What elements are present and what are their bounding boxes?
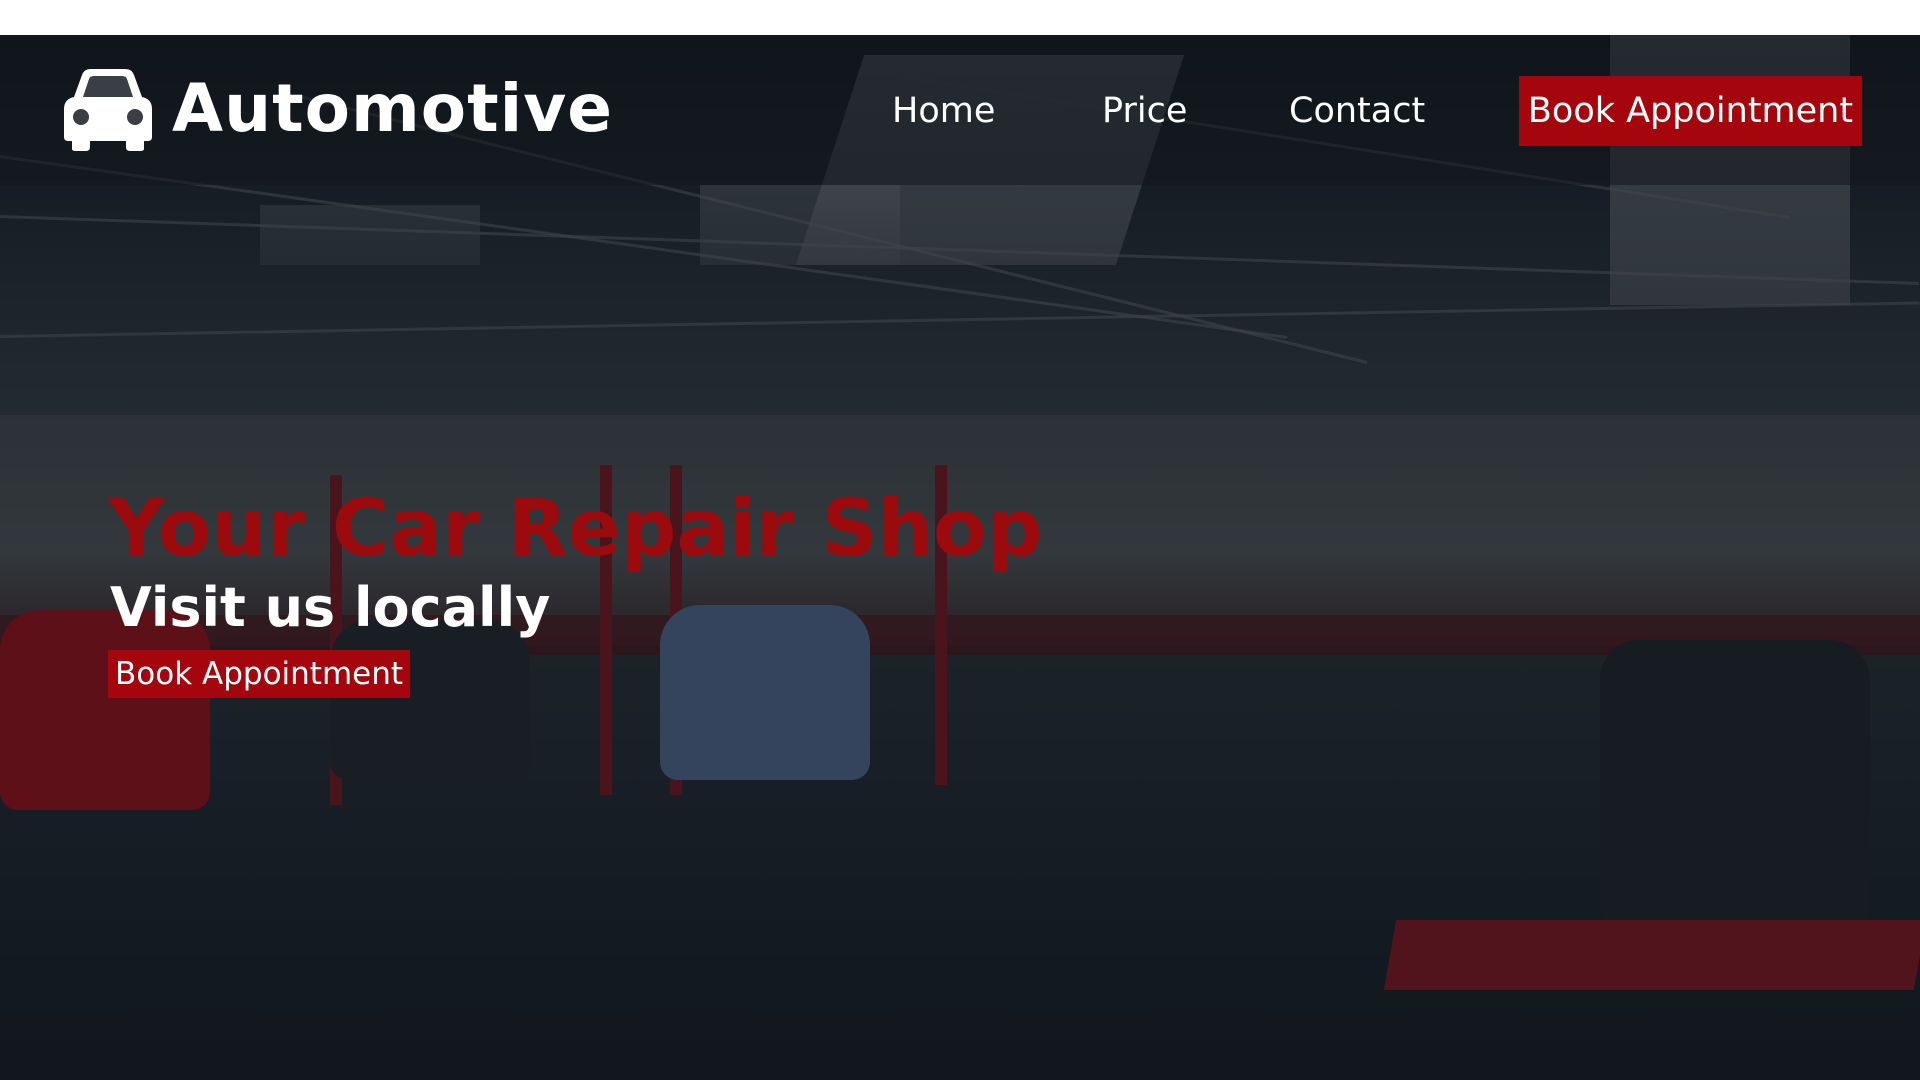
car-icon <box>64 69 152 151</box>
nav-home-link[interactable]: Home <box>892 89 995 133</box>
book-appointment-hero-button[interactable]: Book Appointment <box>108 650 411 698</box>
hero-title: Your Car Repair Shop <box>108 484 1043 574</box>
top-whitespace <box>0 0 1920 35</box>
top-navbar: Automotive Home Price Contact Book Appoi… <box>0 35 1920 185</box>
book-appointment-nav-button[interactable]: Book Appointment <box>1519 76 1862 146</box>
hero-subtitle: Visit us locally <box>110 576 551 639</box>
nav-contact-link[interactable]: Contact <box>1289 89 1425 133</box>
brand-name: Automotive <box>172 70 614 147</box>
hero-section: Automotive Home Price Contact Book Appoi… <box>0 35 1920 1080</box>
brand-logo[interactable]: Automotive <box>60 67 613 151</box>
nav-price-link[interactable]: Price <box>1102 89 1187 133</box>
